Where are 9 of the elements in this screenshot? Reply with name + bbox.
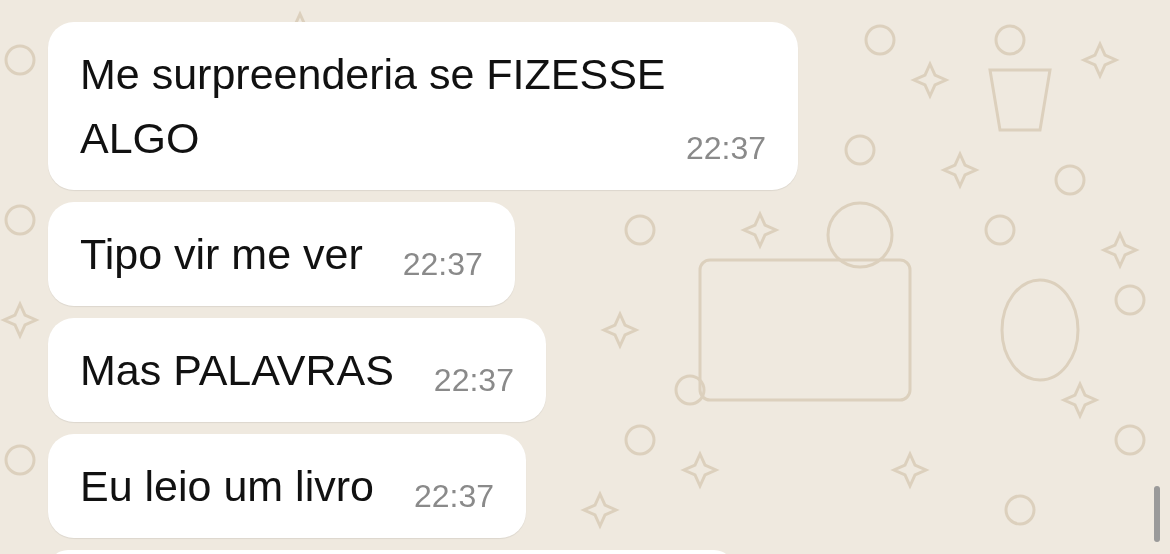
scrollbar[interactable]: [1154, 486, 1160, 542]
message-text: Me surpreenderia se FIZESSE ALGO: [80, 50, 666, 162]
message-time: 22:37: [402, 245, 483, 284]
message-text: Mas PALAVRAS: [80, 346, 394, 394]
message-time: 22:37: [685, 129, 766, 168]
message-text: Tipo vir me ver: [80, 230, 363, 278]
message-text: Eu leio um livro: [80, 462, 374, 510]
message-time: 22:37: [413, 477, 495, 516]
message-time: 22:37: [433, 361, 514, 400]
